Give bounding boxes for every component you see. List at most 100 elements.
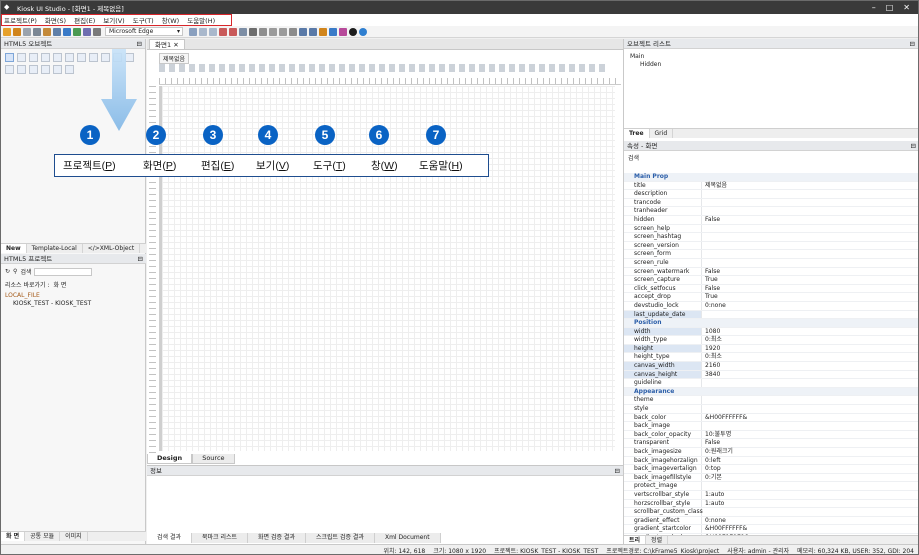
image-tool-icon[interactable] xyxy=(53,53,62,62)
property-row[interactable]: width_type 0:최소 xyxy=(624,336,918,345)
tab-common-modules[interactable]: 공통 모듈 xyxy=(25,532,61,541)
property-category[interactable]: Main Prop xyxy=(624,173,918,182)
property-row[interactable]: devstudio_lock 0:none xyxy=(624,301,918,311)
pointer-tool-icon[interactable] xyxy=(5,53,14,62)
open-icon[interactable] xyxy=(13,27,21,36)
line-tool-icon[interactable] xyxy=(41,65,50,74)
pin-icon[interactable]: ⊟ xyxy=(910,39,918,48)
menu-window[interactable]: 창(W) xyxy=(158,15,183,25)
tab-screen-validation[interactable]: 화면 검증 결과 xyxy=(248,533,306,543)
property-value[interactable] xyxy=(702,242,705,250)
property-row[interactable]: click_setfocus False xyxy=(624,284,918,294)
property-row[interactable]: screen_form xyxy=(624,250,918,259)
close-icon[interactable]: ✕ xyxy=(903,3,910,12)
property-value[interactable]: 0:none xyxy=(702,517,726,525)
property-value[interactable]: 0:원래크기 xyxy=(702,448,733,456)
property-row[interactable]: last_update_date xyxy=(624,310,918,320)
align-center-icon[interactable] xyxy=(209,27,217,36)
property-row[interactable]: horzscrollbar_style 1:auto xyxy=(624,499,918,509)
property-value[interactable]: 1:auto xyxy=(702,500,724,508)
property-row[interactable]: height_type 0:최소 xyxy=(624,353,918,363)
cut-icon[interactable] xyxy=(23,27,31,36)
property-value[interactable]: 1920 xyxy=(702,345,720,353)
property-row[interactable]: gradient_startcolor &H00FFFFFF& xyxy=(624,525,918,534)
help-icon[interactable] xyxy=(339,27,347,36)
align-toolbar[interactable] xyxy=(159,64,609,72)
property-value[interactable]: 0:최소 xyxy=(702,353,722,361)
property-row[interactable]: title 제목없음 xyxy=(624,181,918,191)
div-tool-icon[interactable] xyxy=(65,65,74,74)
property-row[interactable]: screen_help xyxy=(624,224,918,234)
property-category[interactable]: Position xyxy=(624,319,918,328)
props-search[interactable]: 검색 xyxy=(628,153,639,162)
info-icon[interactable] xyxy=(359,27,367,36)
property-value[interactable] xyxy=(702,311,705,319)
property-row[interactable]: guideline xyxy=(624,379,918,388)
zoom-icon[interactable] xyxy=(299,27,307,36)
pin-icon[interactable]: ⊟ xyxy=(137,39,145,48)
video-tool-icon[interactable] xyxy=(29,65,38,74)
property-value[interactable] xyxy=(702,508,705,516)
tab-search-results[interactable]: 검색 결과 xyxy=(147,533,192,543)
property-row[interactable]: screen_watermark False xyxy=(624,267,918,277)
combo-tool-icon[interactable] xyxy=(77,53,86,62)
property-value[interactable]: 제목없음 xyxy=(702,182,727,190)
shape-tool-icon[interactable] xyxy=(53,65,62,74)
tab-xml-object[interactable]: </>XML-Object xyxy=(83,244,141,253)
snap-icon[interactable] xyxy=(229,27,237,36)
property-value[interactable]: 1:auto xyxy=(702,491,724,499)
property-row[interactable]: description xyxy=(624,190,918,199)
property-value[interactable] xyxy=(702,259,705,267)
property-row[interactable]: style xyxy=(624,405,918,414)
property-value[interactable] xyxy=(702,405,705,413)
grid-tool-icon[interactable] xyxy=(65,53,74,62)
property-row[interactable]: canvas_width 2160 xyxy=(624,362,918,371)
property-value[interactable]: False xyxy=(702,216,720,224)
size-icon[interactable] xyxy=(239,27,247,36)
property-value[interactable]: 10:불투명 xyxy=(702,431,731,439)
filter-icon[interactable]: ⚲ xyxy=(13,268,17,275)
property-value[interactable]: False xyxy=(702,439,720,447)
property-value[interactable]: 0:기본 xyxy=(702,474,722,482)
menu-screen[interactable]: 화면(S) xyxy=(41,15,70,25)
property-row[interactable]: transparent False xyxy=(624,439,918,448)
property-row[interactable]: screen_rule xyxy=(624,258,918,268)
menu-project[interactable]: 프로젝트(P) xyxy=(1,15,41,25)
property-value[interactable]: 0:최소 xyxy=(702,336,722,344)
refresh-icon[interactable] xyxy=(329,27,337,36)
property-value[interactable] xyxy=(702,190,705,198)
menu-help[interactable]: 도움말(H) xyxy=(183,15,219,25)
property-row[interactable]: canvas_height 3840 xyxy=(624,370,918,380)
edit-tool-icon[interactable] xyxy=(29,53,38,62)
property-row[interactable]: width 1080 xyxy=(624,327,918,337)
property-value[interactable] xyxy=(702,379,705,387)
property-value[interactable]: 3840 xyxy=(702,371,720,379)
layout-icon[interactable] xyxy=(189,27,197,36)
property-row[interactable]: hidden False xyxy=(624,215,918,225)
tree-item[interactable]: KIOSK_TEST - KIOSK_TEST xyxy=(5,300,91,308)
menu-view[interactable]: 보기(V) xyxy=(99,15,128,25)
property-value[interactable]: 2160 xyxy=(702,362,720,370)
property-row[interactable]: trancode xyxy=(624,198,918,208)
property-row[interactable]: gradient_effect 0:none xyxy=(624,516,918,526)
browser-select[interactable]: Microsoft Edge ▾ xyxy=(105,27,183,36)
property-value[interactable] xyxy=(702,482,705,490)
property-value[interactable]: 0:top xyxy=(702,465,721,473)
shortcut-select[interactable]: 화 면 xyxy=(53,280,66,289)
grid-icon[interactable] xyxy=(219,27,227,36)
menu-tools[interactable]: 도구(T) xyxy=(129,15,158,25)
property-row[interactable]: screen_hashtag xyxy=(624,233,918,242)
search-input[interactable] xyxy=(34,267,93,276)
new-project-icon[interactable] xyxy=(3,27,11,36)
property-value[interactable]: &H00FFFFFF& xyxy=(702,525,747,533)
property-row[interactable]: accept_drop True xyxy=(624,293,918,302)
pin-icon[interactable]: ⊟ xyxy=(615,466,623,475)
tab-script-validation[interactable]: 스크립트 검증 결과 xyxy=(305,533,375,543)
property-row[interactable]: back_color_opacity 10:불투명 xyxy=(624,430,918,440)
pin-icon[interactable]: ⊟ xyxy=(911,141,918,150)
property-value[interactable]: False xyxy=(702,268,720,276)
property-row[interactable]: back_image xyxy=(624,422,918,431)
panel-tool-icon[interactable] xyxy=(5,65,14,74)
tab-tree[interactable]: Tree xyxy=(624,129,650,138)
tree-node-main[interactable]: Main xyxy=(630,53,912,61)
